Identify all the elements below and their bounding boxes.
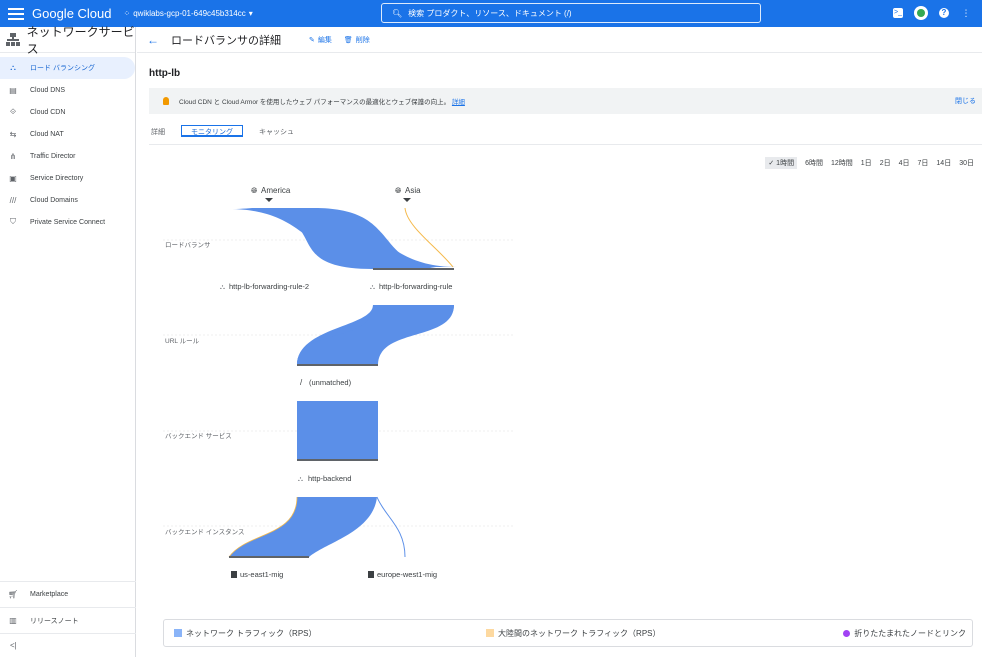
brand-logo[interactable]: Google Cloud [32,6,112,21]
backend-service-http-backend[interactable]: ⛬ http-backend [298,474,351,483]
row-label-load-balancer: ロードバランサ [165,241,211,249]
row-label-url-rules: URL ルール [165,338,200,345]
sidebar-item-cloud-cdn[interactable]: ⟐ Cloud CDN [0,101,135,123]
top-bar: Google Cloud ⁘ qwiklabs-gcp-01-649c45b31… [0,0,982,27]
globe-icon: 🌐︎ [251,186,258,195]
intercontinental-link[interactable] [404,207,454,268]
notes-icon: ▥ [9,616,17,625]
project-name: qwiklabs-gcp-01-649c45b314cc [133,9,246,18]
traffic-link[interactable] [229,497,377,557]
region-america[interactable]: 🌐︎ America [251,186,291,202]
row-label-backend-instances: バックエンド インスタンス [165,527,245,536]
globe-icon: 🌐︎ [395,186,402,195]
svg-text:⛬: ⛬ [220,284,225,291]
row-label-backend-service: バックエンド サービス [165,431,232,440]
collapse-sidebar-button[interactable]: <| [0,633,136,657]
nat-icon: ⇆ [9,129,17,139]
sidebar-item-traffic-director[interactable]: ⋔ Traffic Director [0,145,135,167]
legend-intercontinental-traffic: 大陸間のネットワーク トラフィック（RPS） [486,628,661,639]
sidebar: ネットワークサービス ⛬ ロード バランシング ▤ Cloud DNS ⟐ Cl… [0,25,136,657]
sidebar-item-cloud-domains[interactable]: /// Cloud Domains [0,189,135,211]
legend-network-traffic: ネットワーク トラフィック（RPS） [174,628,317,639]
cdn-icon: ⟐ [9,107,17,116]
main-content: ← ロードバランサの詳細 ✎ 編集 🗑︎ 削除 http-lb Cloud CD… [137,27,982,657]
backend-icon: ⛬ [298,476,303,483]
node-label: http-lb-forwarding-rule-2 [229,282,309,291]
node-label: http-backend [308,474,351,483]
sidebar-item-cloud-nat[interactable]: ⇆ Cloud NAT [0,123,135,145]
sidebar-item-release-notes[interactable]: ▥ リリースノート [0,607,136,633]
sidebar-item-label: Traffic Director [30,152,76,160]
bookmark-icon [231,571,237,578]
instance-group-us-east1[interactable]: us-east1-mig [231,570,283,579]
sidebar-item-load-balancing[interactable]: ⛬ ロード バランシング [0,57,135,79]
search-placeholder: 検索 プロダクト、リソース、ドキュメント (/) [408,8,572,18]
traffic-link[interactable] [297,401,378,460]
legend-swatch-orange [486,629,494,637]
sidebar-item-label: Service Directory [30,174,84,182]
node-label: http-lb-forwarding-rule [379,282,452,291]
sidebar-item-label: Cloud CDN [30,108,66,116]
sidebar-item-label: Private Service Connect [30,218,106,226]
load-balancer-icon: ⛬ [10,63,16,72]
legend: ネットワーク トラフィック（RPS） 大陸間のネットワーク トラフィック（RPS… [163,619,973,647]
shield-icon: ⛉ [10,217,16,226]
domains-icon: /// [9,195,17,205]
node-label: europe-west1-mig [377,570,437,579]
instance-group-europe-west1[interactable]: europe-west1-mig [368,570,437,579]
sidebar-item-label: Cloud Domains [30,196,78,204]
collapsed-node-icon [843,629,851,637]
sidebar-title: ネットワークサービス [26,24,135,56]
terminal-icon[interactable]: >_ [893,8,903,18]
region-asia[interactable]: 🌐︎ Asia [395,186,421,202]
sidebar-item-cloud-dns[interactable]: ▤ Cloud DNS [0,79,135,101]
search-input[interactable]: 🔍︎ 検索 プロダクト、リソース、ドキュメント (/) [381,3,761,23]
node-bar [229,556,309,558]
svg-text:⛬: ⛬ [370,284,375,291]
url-rule-unmatched[interactable]: / (unmatched) [300,378,352,387]
chevron-down-icon [403,198,411,202]
more-icon[interactable]: ⋮ [960,7,972,19]
node-label: (unmatched) [309,378,352,387]
sidebar-item-label: Marketplace [30,591,69,598]
forwarding-rule[interactable]: ⛬ http-lb-forwarding-rule [370,282,452,291]
dns-icon: ▤ [9,85,17,95]
sidebar-item-label: リリースノート [30,617,79,625]
sidebar-item-label: ロード バランシング [30,65,95,72]
traffic-flow-diagram: 🌐︎ America 🌐︎ Asia ロードバランサ ⛬ http-lb-for… [163,186,513,579]
sidebar-header: ネットワークサービス [0,25,135,56]
chevron-down-icon: ▾ [248,9,253,18]
traffic-link-thin[interactable] [376,496,406,558]
bookmark-icon [368,571,374,578]
network-services-icon [6,33,20,46]
legend-collapsed-nodes: 折りたたまれたノードとリンク [843,628,966,639]
menu-icon[interactable] [8,7,24,20]
sidebar-item-label: Cloud DNS [30,86,66,94]
chevron-down-icon [265,198,273,202]
search-icon: 🔍︎ [392,8,403,18]
directory-icon: ▣ [9,173,17,183]
node-label: us-east1-mig [240,570,283,579]
sidebar-item-service-directory[interactable]: ▣ Service Directory [0,167,135,189]
node-bar [297,459,378,461]
sidebar-item-label: Cloud NAT [30,130,64,138]
legend-swatch-blue [174,629,182,637]
cart-icon: 🛒︎ [8,590,19,599]
project-selector[interactable]: ⁘ qwiklabs-gcp-01-649c45b314cc ▾ [124,9,253,18]
sidebar-item-marketplace[interactable]: 🛒︎ Marketplace [0,581,136,607]
region-label: America [261,186,291,195]
help-icon[interactable]: ? [939,8,949,18]
avatar[interactable] [914,6,928,20]
slash-icon: / [300,378,303,387]
project-icon: ⁘ [123,9,131,18]
node-bar [297,364,378,366]
node-bar [373,268,454,270]
traffic-icon: ⋔ [9,151,17,161]
sidebar-item-private-service-connect[interactable]: ⛉ Private Service Connect [0,211,135,233]
forwarding-rule-2[interactable]: ⛬ http-lb-forwarding-rule-2 [220,282,309,291]
region-label: Asia [405,186,421,195]
